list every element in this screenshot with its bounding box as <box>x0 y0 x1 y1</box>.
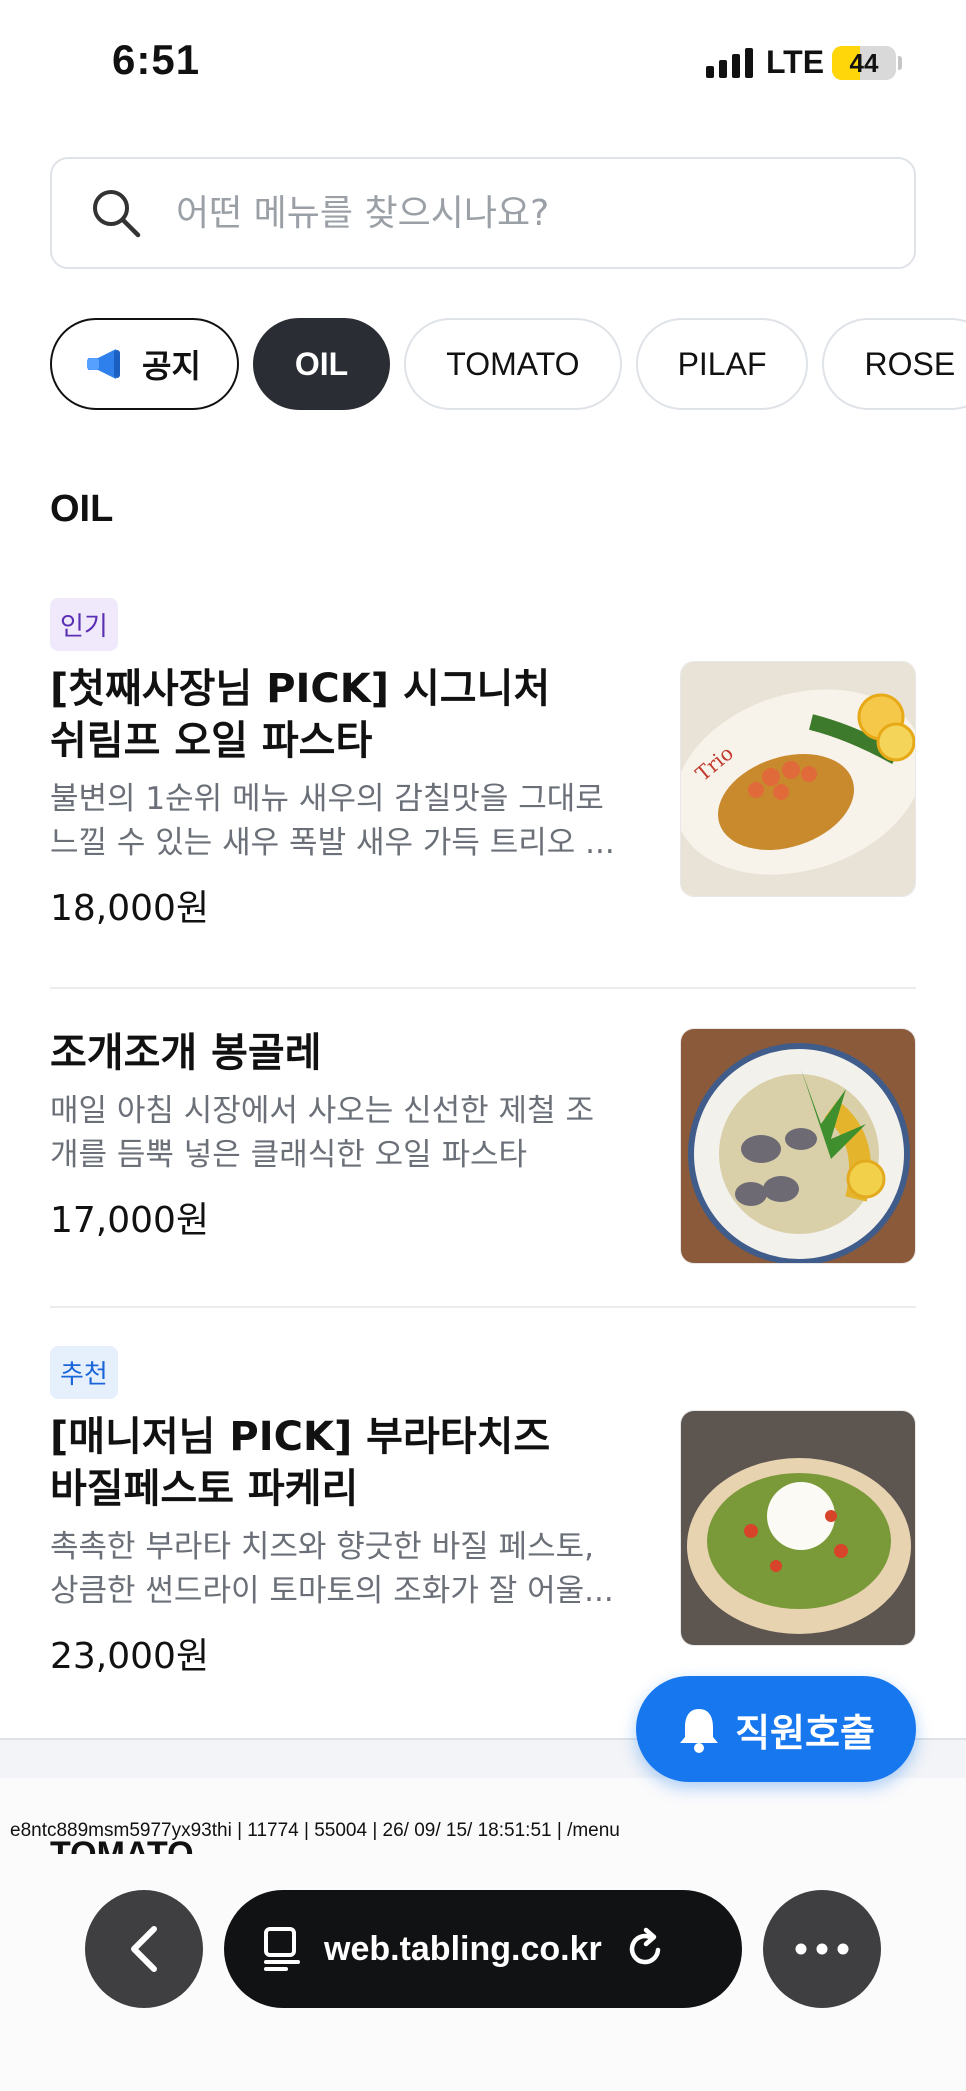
address-bar[interactable]: web.tabling.co.kr <box>224 1890 742 2008</box>
menu-item-name: 조개조개 봉골레 <box>50 1030 322 1076</box>
tab-label: TOMATO <box>446 345 580 382</box>
menu-item-description: 촉촉한 부라타 치즈와 향긋한 바질 페스토, 상큼한 썬드라이 토마토의 조화… <box>50 1529 614 1609</box>
chevron-left-icon <box>131 1926 157 1972</box>
menu-item-description: 불변의 1순위 메뉴 새우의 감칠맛을 그대로 느낄 수 있는 새우 폭발 새우… <box>50 781 615 861</box>
menu-item[interactable]: 추천 [매니저님 PICK] 부라타치즈 바질페스토 파케리 촉촉한 부라타 치… <box>50 1346 916 1696</box>
burrata-paccheri-photo <box>680 1410 916 1646</box>
section-title: OIL <box>50 488 114 530</box>
popular-badge: 인기 <box>50 598 118 651</box>
status-bar: 6:51 LTE 44 <box>0 0 966 120</box>
battery-level: 44 <box>849 48 879 78</box>
tabs-icon <box>264 1927 300 1971</box>
menu-item[interactable]: 조개조개 봉골레 매일 아침 시장에서 사오는 신선한 제철 조 개를 듬뿍 넣… <box>50 1027 916 1267</box>
battery-icon: 44 <box>832 46 896 80</box>
tab-label: ROSE <box>864 345 956 382</box>
tab-tomato[interactable]: TOMATO <box>404 318 622 410</box>
more-icon <box>795 1943 849 1955</box>
megaphone-icon <box>87 349 120 379</box>
search-input[interactable] <box>176 192 876 234</box>
shrimp-pasta-photo: Trio <box>680 661 916 897</box>
next-section-title: TOMATO <box>50 1840 194 1854</box>
tab-oil[interactable]: OIL <box>252 318 391 410</box>
clock: 6:51 <box>112 36 201 83</box>
menu-item-description: 매일 아침 시장에서 사오는 신선한 제철 조 개를 듬뿍 넣은 클래식한 오일… <box>50 1093 594 1173</box>
search-bar[interactable] <box>50 157 916 269</box>
more-button[interactable] <box>763 1890 881 2008</box>
network-label: LTE <box>766 44 825 80</box>
recommend-badge: 추천 <box>50 1346 118 1399</box>
staff-call-label: 직원호출 <box>735 1710 875 1755</box>
search-icon <box>93 190 141 238</box>
tab-label: OIL <box>294 345 349 382</box>
reload-icon[interactable] <box>624 1926 668 1972</box>
divider <box>50 1306 916 1308</box>
debug-info: e8ntc889msm5977yx93thi | 11774 | 55004 |… <box>10 1820 620 1841</box>
vongole-pasta-photo <box>680 1028 916 1264</box>
tab-label: 공지 <box>142 348 201 384</box>
tab-label: PILAF <box>677 345 767 382</box>
menu-item-name: [첫째사장님 PICK] 시그니처 쉬림프 오일 파스타 <box>50 666 551 764</box>
divider <box>50 987 916 989</box>
category-tabs: 공지 OIL TOMATO PILAF ROSE <box>50 318 966 410</box>
tab-rose[interactable]: ROSE <box>822 318 966 410</box>
menu-item-name: [매니저님 PICK] 부라타치즈 바질페스토 파케리 <box>50 1414 551 1512</box>
staff-call-button[interactable]: 직원호출 <box>636 1676 916 1782</box>
url-text: web.tabling.co.kr <box>324 1929 602 1968</box>
signal-icon <box>706 48 753 78</box>
tab-pilaf[interactable]: PILAF <box>635 318 809 410</box>
menu-item[interactable]: 인기 [첫째사장님 PICK] 시그니처 쉬림프 오일 파스타 불변의 1순위 … <box>50 598 916 929</box>
tab-notice[interactable]: 공지 <box>50 318 239 410</box>
bell-icon <box>680 1709 719 1753</box>
browser-toolbar: web.tabling.co.kr <box>0 1890 966 2008</box>
back-button[interactable] <box>85 1890 203 2008</box>
